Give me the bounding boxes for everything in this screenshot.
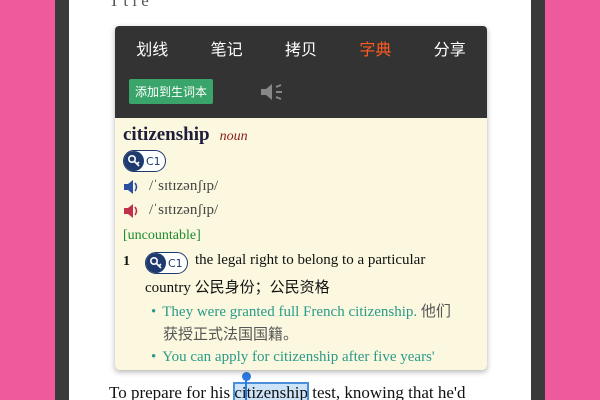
- book-text-bottom: To prepare for his citizenship test, kno…: [109, 380, 501, 400]
- definition-line-2: country 公民身份；公民资格: [145, 276, 330, 297]
- selection-cursor-line: [245, 378, 247, 400]
- speaker-muted-icon[interactable]: [257, 80, 287, 104]
- headword-row: citizenship noun: [123, 124, 248, 146]
- add-to-wordbook-button[interactable]: 添加到生词本: [129, 78, 214, 104]
- level-badge-text: C1: [146, 154, 161, 168]
- definition-cn: 公民身份；公民资格: [194, 278, 330, 296]
- pronunciation-us[interactable]: /ˈsɪtɪzənʃɪp/: [123, 202, 218, 219]
- example-1: • They were granted full French citizensh…: [151, 300, 481, 346]
- key-icon: [146, 253, 166, 273]
- bullet: •: [151, 304, 157, 320]
- definition-line-1: the legal right to belong to a particula…: [195, 252, 426, 268]
- example-1-en: They were granted full French citizenshi…: [162, 304, 418, 320]
- speaker-blue-icon[interactable]: [123, 179, 141, 195]
- sense-level-badge: C1: [145, 252, 188, 274]
- headword: citizenship: [123, 124, 210, 145]
- popup-actions: 添加到生词本: [129, 78, 282, 104]
- popup-menu: 划线 笔记 拷贝 字典 分享: [115, 26, 487, 70]
- book-text-before: To prepare for his: [109, 383, 235, 400]
- bullet: •: [151, 349, 157, 365]
- book-text-after: test, knowing that he'd: [307, 383, 466, 400]
- menu-item-share[interactable]: 分享: [434, 36, 466, 60]
- book-line: T t i e: [109, 0, 149, 10]
- sense-level-badge-text: C1: [168, 256, 183, 270]
- example-1-cn-cont: 获授正式法国国籍。: [163, 325, 299, 343]
- key-icon: [124, 151, 144, 171]
- part-of-speech: noun: [219, 129, 248, 144]
- sense-number: 1: [123, 254, 130, 269]
- example-1-cn: 他们: [420, 302, 451, 320]
- phone-frame-right: [531, 0, 545, 400]
- pronunciation-uk-text: /ˈsɪtɪzənʃɪp/: [149, 178, 219, 194]
- speaker-red-icon[interactable]: [123, 203, 141, 219]
- menu-item-underline[interactable]: 划线: [136, 36, 168, 60]
- selection-popup: 划线 笔记 拷贝 字典 分享 添加到生词本 citizenship noun C…: [115, 26, 487, 370]
- menu-item-dictionary[interactable]: 字典: [359, 36, 391, 60]
- example-2: • You can apply for citizenship after fiv…: [151, 346, 481, 368]
- level-badge: C1: [123, 150, 166, 172]
- dictionary-panel: citizenship noun C1 /ˈsɪtɪzənʃɪp/ /ˈsɪtɪ…: [115, 118, 487, 370]
- menu-item-note[interactable]: 笔记: [211, 36, 243, 60]
- pronunciation-us-text: /ˈsɪtɪzənʃɪp/: [149, 202, 219, 218]
- example-2-en: You can apply for citizenship after five…: [162, 349, 435, 365]
- phone-frame-left: [55, 0, 69, 400]
- grammar-label: [uncountable]: [123, 228, 201, 243]
- menu-item-copy[interactable]: 拷贝: [285, 36, 317, 60]
- definition-en-end: country: [145, 280, 191, 296]
- pronunciation-uk[interactable]: /ˈsɪtɪzənʃɪp/: [123, 178, 218, 195]
